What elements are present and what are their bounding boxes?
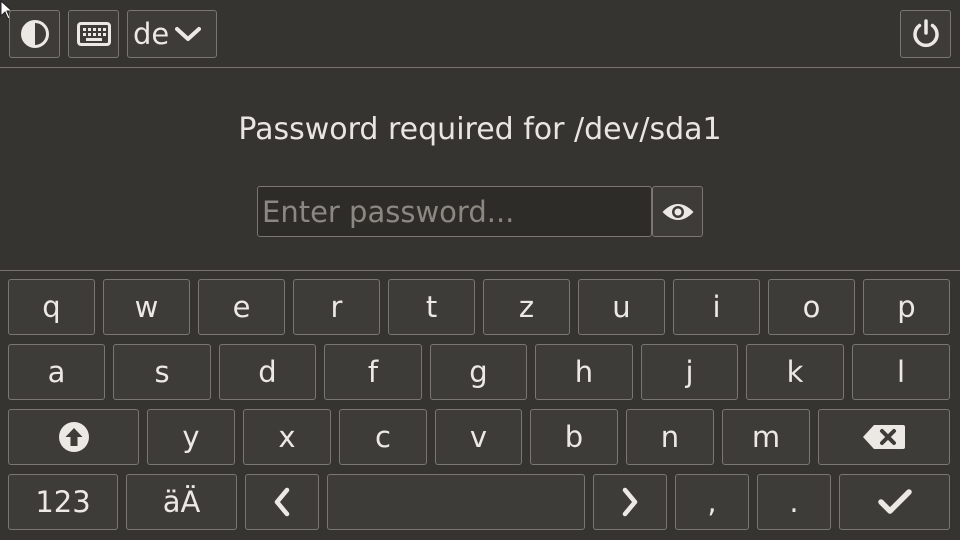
key-v[interactable]: v [435,409,522,465]
key-f[interactable]: f [324,344,422,400]
enter-key[interactable] [839,474,950,530]
key-c[interactable]: c [339,409,427,465]
numbers-key[interactable]: 123 [8,474,118,530]
period-key[interactable]: . [757,474,831,530]
key-s[interactable]: s [113,344,211,400]
umlaut-key[interactable]: äÄ [126,474,237,530]
key-h[interactable]: h [535,344,633,400]
key-r[interactable]: r [293,279,380,335]
eye-icon [662,203,693,220]
key-g[interactable]: g [430,344,527,400]
keyboard-layout-label: de [133,17,170,51]
key-q[interactable]: q [8,279,95,335]
key-i[interactable]: i [673,279,760,335]
chevron-right-icon [622,487,638,517]
space-key[interactable] [327,474,585,530]
key-j[interactable]: j [641,344,738,400]
on-screen-keyboard: q w e r t z u i o p a s d f g h j k l y … [0,270,960,540]
backspace-key[interactable] [818,409,950,465]
cursor-left-key[interactable] [245,474,319,530]
top-bar: de [0,0,960,68]
key-m[interactable]: m [722,409,810,465]
key-y[interactable]: y [147,409,235,465]
key-k[interactable]: k [746,344,844,400]
key-t[interactable]: t [388,279,475,335]
cursor-right-key[interactable] [593,474,667,530]
keyboard-toggle-button[interactable] [68,10,119,58]
key-x[interactable]: x [243,409,331,465]
key-e[interactable]: e [198,279,285,335]
contrast-toggle-button[interactable] [9,10,60,58]
keyboard-icon [76,22,111,46]
chevron-down-icon [175,27,202,41]
key-a[interactable]: a [8,344,105,400]
key-d[interactable]: d [219,344,316,400]
checkmark-icon [877,489,912,514]
key-u[interactable]: u [578,279,665,335]
key-z[interactable]: z [483,279,570,335]
power-button[interactable] [900,10,951,58]
password-input[interactable] [257,186,652,237]
shift-key[interactable] [8,409,139,465]
key-p[interactable]: p [863,279,950,335]
comma-key[interactable]: , [675,474,749,530]
password-prompt-title: Password required for /dev/sda1 [238,112,722,147]
power-icon [912,19,939,48]
key-b[interactable]: b [530,409,618,465]
backspace-icon [863,425,905,449]
keyboard-layout-dropdown[interactable]: de [127,10,217,58]
key-o[interactable]: o [768,279,855,335]
key-n[interactable]: n [626,409,714,465]
key-l[interactable]: l [852,344,950,400]
chevron-left-icon [274,487,290,517]
key-w[interactable]: w [103,279,190,335]
shift-arrow-up-icon [58,422,89,452]
reveal-password-button[interactable] [652,186,703,237]
contrast-icon [20,20,49,48]
